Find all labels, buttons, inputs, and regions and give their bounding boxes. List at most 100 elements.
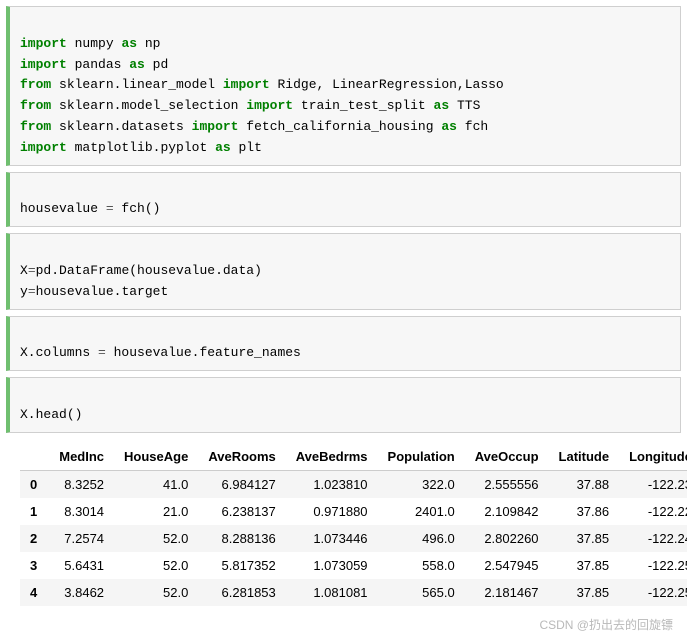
- var-y: y: [20, 284, 28, 299]
- cell: 3.8462: [49, 579, 114, 606]
- row-index: 4: [20, 579, 49, 606]
- cell: 21.0: [114, 498, 198, 525]
- code-cell-5: X.head(): [6, 377, 681, 433]
- col-header: HouseAge: [114, 443, 198, 471]
- col-header: Population: [378, 443, 465, 471]
- col-header: Longitude: [619, 443, 687, 471]
- keyword-as: as: [129, 57, 145, 72]
- col-header: MedInc: [49, 443, 114, 471]
- cell: 52.0: [114, 552, 198, 579]
- cell: 565.0: [378, 579, 465, 606]
- module-datasets: sklearn.datasets: [59, 119, 184, 134]
- cell: 8.288136: [198, 525, 285, 552]
- cell: 1.023810: [286, 470, 378, 498]
- cell: 41.0: [114, 470, 198, 498]
- alias-fch: fch: [465, 119, 488, 134]
- cell: 52.0: [114, 579, 198, 606]
- parens: (): [145, 201, 161, 216]
- cell: -122.25: [619, 552, 687, 579]
- keyword-from: from: [20, 77, 51, 92]
- cell: -122.23: [619, 470, 687, 498]
- call-head: X.head: [20, 407, 67, 422]
- cell: 5.817352: [198, 552, 285, 579]
- keyword-import: import: [20, 140, 67, 155]
- call-fch: fch: [121, 201, 144, 216]
- col-header: Latitude: [549, 443, 620, 471]
- cell: -122.25: [619, 579, 687, 606]
- output-area: MedInc HouseAge AveRooms AveBedrms Popul…: [10, 443, 677, 606]
- module-pyplot: matplotlib.pyplot: [75, 140, 208, 155]
- assign: =: [90, 345, 113, 360]
- table-row: 4 3.8462 52.0 6.281853 1.081081 565.0 2.…: [20, 579, 687, 606]
- cell: 5.6431: [49, 552, 114, 579]
- cell: 52.0: [114, 525, 198, 552]
- keyword-import: import: [20, 57, 67, 72]
- import-tts: train_test_split: [301, 98, 426, 113]
- keyword-import: import: [246, 98, 293, 113]
- var-housevalue: housevalue: [20, 201, 98, 216]
- col-header: AveRooms: [198, 443, 285, 471]
- row-index: 1: [20, 498, 49, 525]
- keyword-as: as: [121, 36, 137, 51]
- module-linear-model: sklearn.linear_model: [59, 77, 215, 92]
- cell: 37.85: [549, 525, 620, 552]
- var-x: X: [20, 263, 28, 278]
- cell: 496.0: [378, 525, 465, 552]
- cell: 37.88: [549, 470, 620, 498]
- assign: =: [28, 263, 36, 278]
- alias-pd: pd: [153, 57, 169, 72]
- code-cell-1: import numpy as np import pandas as pd f…: [6, 6, 681, 166]
- code-cell-2: housevalue = fch(): [6, 172, 681, 228]
- cell: -122.22: [619, 498, 687, 525]
- col-header: AveBedrms: [286, 443, 378, 471]
- keyword-as: as: [215, 140, 231, 155]
- parens: (): [67, 407, 83, 422]
- module-model-selection: sklearn.model_selection: [59, 98, 238, 113]
- assign: =: [98, 201, 121, 216]
- index-header: [20, 443, 49, 471]
- cell: 2.555556: [465, 470, 549, 498]
- cell: 37.85: [549, 552, 620, 579]
- rhs-feature-names: housevalue.feature_names: [114, 345, 301, 360]
- keyword-as: as: [441, 119, 457, 134]
- cell: 2.802260: [465, 525, 549, 552]
- table-body: 0 8.3252 41.0 6.984127 1.023810 322.0 2.…: [20, 470, 687, 606]
- code-cell-4: X.columns = housevalue.feature_names: [6, 316, 681, 372]
- alias-plt: plt: [238, 140, 261, 155]
- alias-tts: TTS: [457, 98, 480, 113]
- row-index: 3: [20, 552, 49, 579]
- alias-np: np: [145, 36, 161, 51]
- watermark-text: CSDN @扔出去的回旋镖: [0, 612, 687, 639]
- keyword-as: as: [434, 98, 450, 113]
- cell: 2.547945: [465, 552, 549, 579]
- dataframe-table: MedInc HouseAge AveRooms AveBedrms Popul…: [20, 443, 687, 606]
- cell: 2401.0: [378, 498, 465, 525]
- keyword-import: import: [20, 36, 67, 51]
- cell: 558.0: [378, 552, 465, 579]
- rhs-target: housevalue.target: [36, 284, 169, 299]
- table-row: 0 8.3252 41.0 6.984127 1.023810 322.0 2.…: [20, 470, 687, 498]
- row-index: 2: [20, 525, 49, 552]
- table-row: 2 7.2574 52.0 8.288136 1.073446 496.0 2.…: [20, 525, 687, 552]
- cell: 1.073059: [286, 552, 378, 579]
- cell: 0.971880: [286, 498, 378, 525]
- keyword-import: import: [223, 77, 270, 92]
- module-numpy: numpy: [75, 36, 114, 51]
- cell: 8.3014: [49, 498, 114, 525]
- cell: 6.984127: [198, 470, 285, 498]
- code-cell-3: X=pd.DataFrame(housevalue.data) y=housev…: [6, 233, 681, 309]
- cell: 1.073446: [286, 525, 378, 552]
- keyword-from: from: [20, 119, 51, 134]
- cell: 37.86: [549, 498, 620, 525]
- cell: 37.85: [549, 579, 620, 606]
- cell: 8.3252: [49, 470, 114, 498]
- keyword-from: from: [20, 98, 51, 113]
- cell: 2.181467: [465, 579, 549, 606]
- cell: -122.24: [619, 525, 687, 552]
- call-dataframe: pd.DataFrame: [36, 263, 130, 278]
- cell: 6.238137: [198, 498, 285, 525]
- imports-ridge: Ridge, LinearRegression,Lasso: [278, 77, 504, 92]
- cell: 1.081081: [286, 579, 378, 606]
- col-header: AveOccup: [465, 443, 549, 471]
- row-index: 0: [20, 470, 49, 498]
